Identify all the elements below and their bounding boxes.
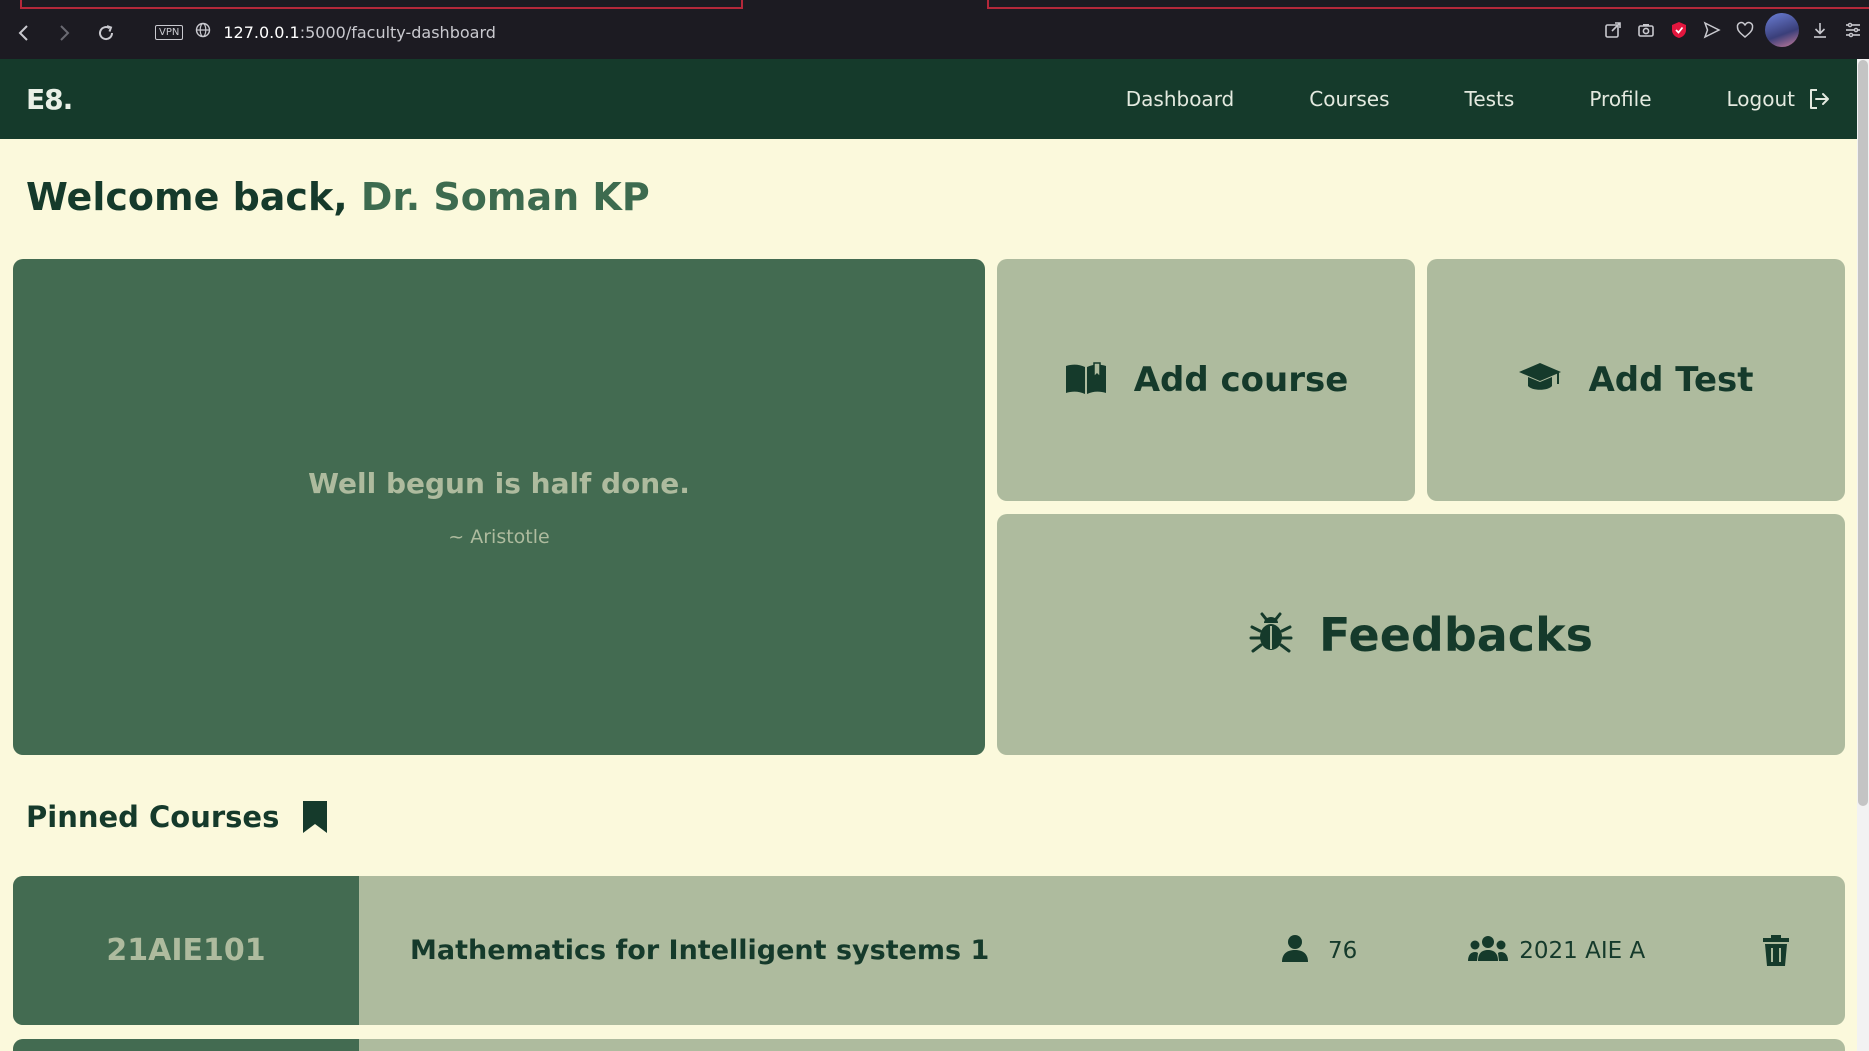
page: E8. Dashboard Courses Tests Profile Logo…	[0, 59, 1857, 1051]
bug-icon	[1249, 611, 1293, 659]
forward-icon[interactable]	[52, 21, 76, 45]
url-text[interactable]: 127.0.0.1:5000/faculty-dashboard	[223, 23, 496, 42]
pinned-course-row[interactable]: 21AIE101 Mathematics for Intelligent sys…	[13, 876, 1845, 1025]
reload-icon[interactable]	[94, 21, 118, 45]
nav-logout[interactable]: Logout	[1727, 87, 1831, 111]
address-bar[interactable]: VPN 127.0.0.1:5000/faculty-dashboard	[155, 22, 496, 42]
share-icon[interactable]	[1597, 14, 1629, 46]
tab-highlight	[987, 0, 1869, 9]
course-code-box-partial	[13, 1039, 359, 1051]
scrollbar-thumb[interactable]	[1858, 60, 1868, 806]
add-test-button[interactable]: Add Test	[1427, 259, 1845, 501]
trash-icon[interactable]	[1762, 934, 1790, 967]
user-icon	[1280, 933, 1310, 969]
profile-avatar[interactable]	[1765, 13, 1799, 47]
logout-icon	[1807, 87, 1831, 111]
book-open-icon	[1064, 360, 1108, 400]
nav-dashboard[interactable]: Dashboard	[1126, 87, 1235, 111]
feedbacks-button[interactable]: Feedbacks	[997, 514, 1845, 755]
pinned-course-row-partial[interactable]	[13, 1039, 1845, 1051]
bookmark-icon[interactable]	[301, 799, 329, 835]
course-code: 21AIE101	[13, 876, 359, 1025]
browser-toolbar: VPN 127.0.0.1:5000/faculty-dashboard	[0, 0, 1869, 59]
back-icon[interactable]	[12, 21, 36, 45]
faculty-name: Dr. Soman KP	[360, 175, 650, 219]
nav-logout-label: Logout	[1726, 87, 1795, 111]
send-icon[interactable]	[1696, 14, 1728, 46]
welcome-prefix: Welcome back,	[26, 175, 348, 219]
student-count-value: 76	[1328, 937, 1358, 964]
brand-logo[interactable]: E8.	[26, 83, 73, 116]
shield-icon[interactable]	[1663, 14, 1695, 46]
add-course-button[interactable]: Add course	[997, 259, 1415, 501]
browser-tools	[1596, 13, 1869, 47]
feedbacks-label: Feedbacks	[1318, 607, 1594, 662]
student-count: 76	[1280, 933, 1357, 969]
nav-profile[interactable]: Profile	[1589, 87, 1651, 111]
tab-highlight	[20, 0, 743, 9]
globe-icon	[195, 22, 211, 42]
quote-card: Well begun is half done. ~ Aristotle	[13, 259, 985, 755]
course-name[interactable]: Mathematics for Intelligent systems 1	[410, 935, 1280, 966]
users-icon	[1467, 934, 1509, 968]
top-navbar: E8. Dashboard Courses Tests Profile Logo…	[0, 59, 1857, 139]
graduation-cap-icon	[1518, 360, 1562, 400]
quote-author: ~ Aristotle	[448, 525, 550, 548]
heart-icon[interactable]	[1729, 14, 1761, 46]
download-icon[interactable]	[1804, 14, 1836, 46]
welcome-heading: Welcome back, Dr. Soman KP	[26, 175, 650, 219]
nav-courses[interactable]: Courses	[1309, 87, 1389, 111]
vpn-badge[interactable]: VPN	[155, 24, 184, 40]
url-path: :5000/faculty-dashboard	[299, 22, 496, 42]
quote-text: Well begun is half done.	[308, 466, 690, 500]
nav-links: Dashboard Courses Tests Profile Logout	[1126, 87, 1831, 111]
url-host: 127.0.0.1	[223, 22, 300, 42]
pinned-courses-heading: Pinned Courses	[26, 799, 329, 835]
add-test-label: Add Test	[1588, 360, 1754, 400]
nav-tests[interactable]: Tests	[1465, 87, 1515, 111]
camera-icon[interactable]	[1630, 14, 1662, 46]
menu-icon[interactable]	[1837, 14, 1869, 46]
course-meta: 76 2021 AIE A	[1280, 933, 1790, 969]
add-course-label: Add course	[1133, 360, 1349, 400]
pinned-courses-title: Pinned Courses	[26, 800, 280, 834]
batch-value: 2021 AIE A	[1519, 937, 1646, 964]
batch-info: 2021 AIE A	[1467, 934, 1645, 968]
